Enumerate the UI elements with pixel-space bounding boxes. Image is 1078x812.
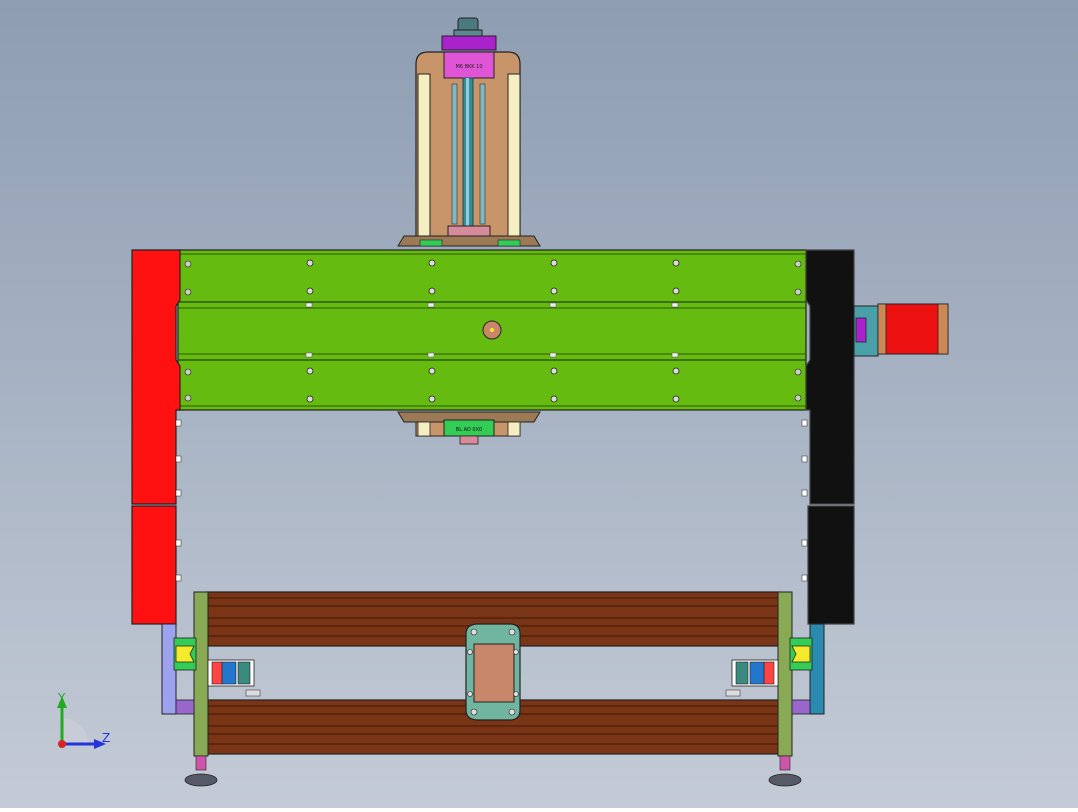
- leveling-foot-icon: [184, 755, 802, 787]
- z-carriage-bottom: BL AO 0X0: [397, 411, 541, 445]
- gantry-beam[interactable]: [177, 249, 807, 411]
- z-label-top: M6 BKK 10: [455, 64, 482, 70]
- z-label-bottom: BL AO 0X0: [456, 427, 482, 433]
- end-plate-left: [193, 591, 209, 757]
- z-rail-right: [507, 73, 521, 243]
- coordinate-triad-icon: Y Z: [57, 691, 110, 749]
- triad-z-label: Z: [102, 731, 110, 745]
- stepper-motor-icon[interactable]: [853, 303, 949, 357]
- cnc-router-model[interactable]: M6 BKK 10 BL AO 0X0 Y Z: [0, 0, 1078, 808]
- y-carriage[interactable]: [465, 623, 521, 721]
- z-rail-left: [417, 73, 431, 243]
- base-frame[interactable]: [161, 591, 825, 787]
- bearing-housing-left: [207, 659, 261, 697]
- triad-y-label: Y: [57, 691, 66, 705]
- end-plate-right: [777, 591, 793, 757]
- cad-viewport[interactable]: M6 BKK 10 BL AO 0X0 Y Z: [0, 0, 1078, 808]
- z-coupler: [441, 35, 497, 51]
- z-axis-assembly[interactable]: M6 BKK 10: [397, 17, 541, 247]
- bearing-housing-right: [725, 659, 779, 697]
